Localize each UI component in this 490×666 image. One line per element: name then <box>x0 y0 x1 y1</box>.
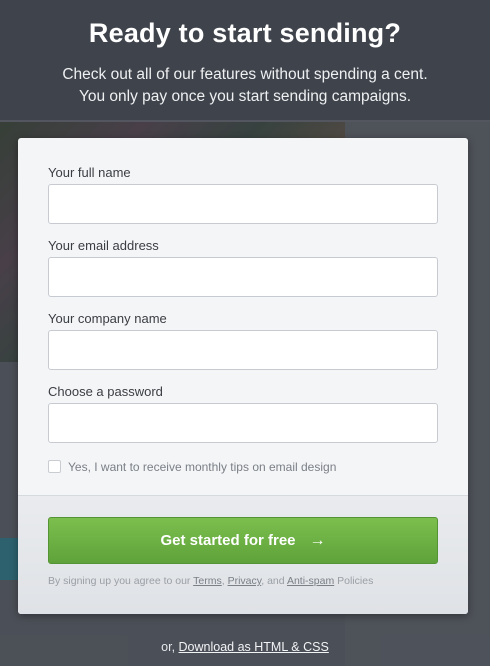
tips-checkbox[interactable] <box>48 460 61 473</box>
legal-prefix: By signing up you agree to our <box>48 575 194 587</box>
download-prefix: or, <box>161 640 179 654</box>
antispam-link[interactable]: Anti-spam <box>287 575 334 587</box>
company-label: Your company name <box>48 311 167 326</box>
arrow-right-icon: → <box>309 531 326 549</box>
terms-link[interactable]: Terms <box>193 575 222 587</box>
get-started-label: Get started for free <box>160 532 296 549</box>
signup-footer: Get started for free → By signing up you… <box>18 495 468 614</box>
subtitle-line-2: You only pay once you start sending camp… <box>78 88 412 105</box>
legal-notice: By signing up you agree to our Terms, Pr… <box>48 575 448 587</box>
password-label: Choose a password <box>48 384 163 399</box>
tips-checkbox-label[interactable]: Yes, I want to receive monthly tips on e… <box>68 460 336 474</box>
subtitle-line-1: Check out all of our features without sp… <box>62 66 428 83</box>
page-title: Ready to start sending? <box>88 18 402 48</box>
password-input[interactable] <box>48 403 438 443</box>
company-input[interactable] <box>48 330 438 370</box>
email-input[interactable] <box>48 257 438 297</box>
legal-sep-2: , and <box>261 575 287 587</box>
page-subtitle: Check out all of our features without sp… <box>0 64 490 108</box>
download-link[interactable]: Download as HTML & CSS <box>179 640 329 654</box>
privacy-link[interactable]: Privacy <box>228 575 262 587</box>
email-label: Your email address <box>48 238 159 253</box>
full-name-input[interactable] <box>48 184 438 224</box>
download-line: or, Download as HTML & CSS <box>0 640 490 654</box>
signup-card: Your full name Your email address Your c… <box>18 138 468 614</box>
signup-form: Your full name Your email address Your c… <box>18 138 468 496</box>
legal-suffix: Policies <box>334 575 374 587</box>
get-started-button[interactable]: Get started for free → <box>48 517 438 564</box>
full-name-label: Your full name <box>48 165 131 180</box>
